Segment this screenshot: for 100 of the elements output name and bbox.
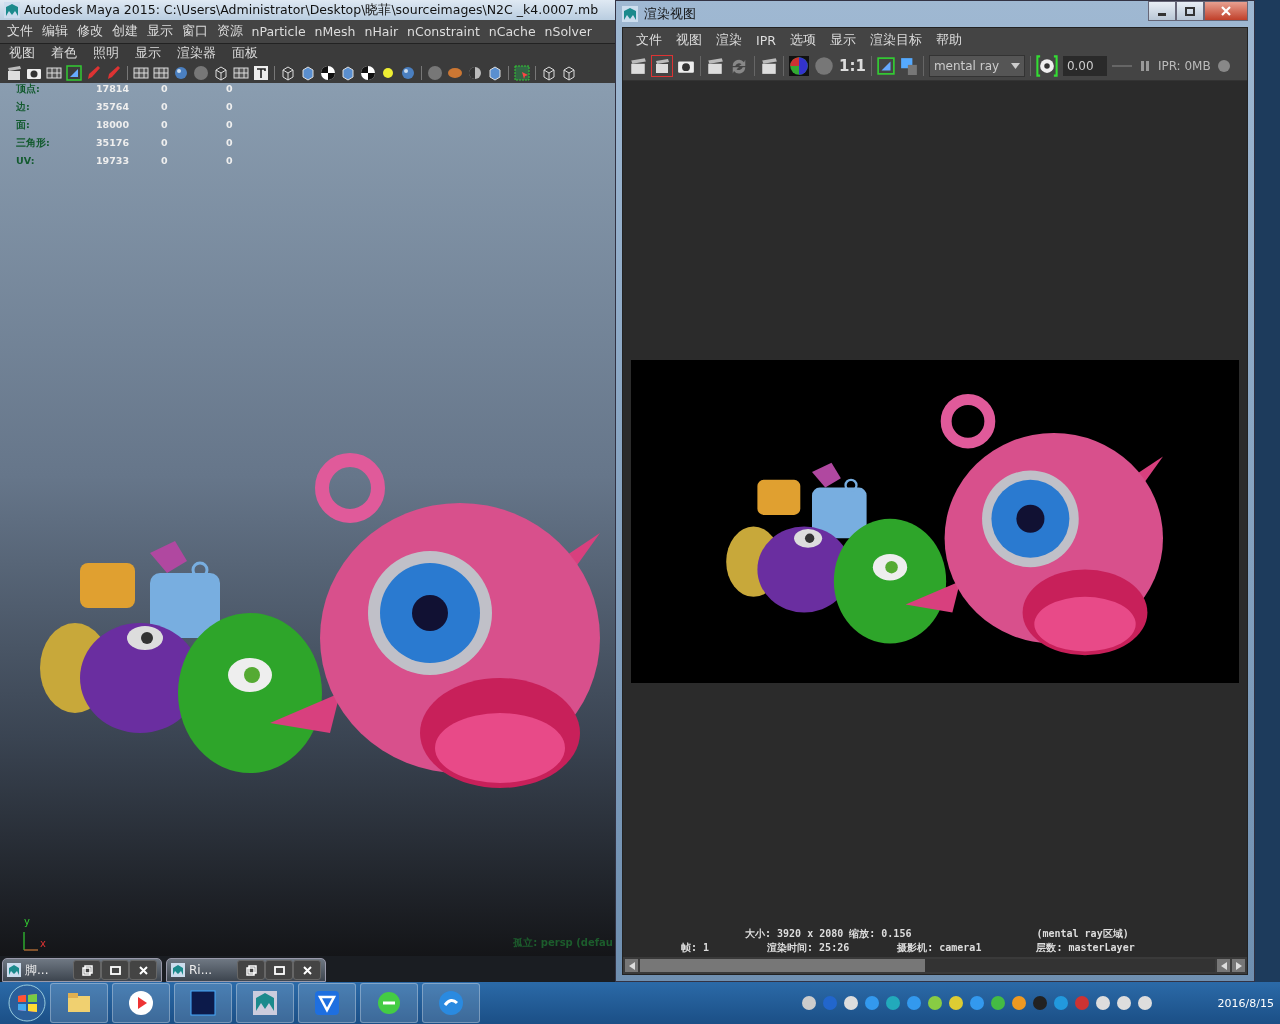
stat-value: 0 [161, 101, 169, 114]
scroll-right-button[interactable] [1232, 959, 1245, 972]
close-icon [137, 964, 149, 976]
half-sphere-icon[interactable] [467, 65, 483, 81]
scroll-left-button[interactable] [625, 959, 638, 972]
panel-menu-item[interactable]: 照明 [84, 45, 126, 62]
scroll-left-button[interactable] [1217, 959, 1230, 972]
taskbar-app-button[interactable] [50, 983, 108, 1023]
sphere-icon[interactable] [400, 65, 416, 81]
color-sphere-icon[interactable] [789, 56, 809, 76]
stat-value: 0 [161, 119, 169, 132]
grid-icon[interactable] [133, 65, 149, 81]
menu-item[interactable]: 资源 [212, 23, 247, 40]
grid-icon[interactable] [153, 65, 169, 81]
menu-item[interactable]: 渲染目标 [862, 31, 929, 49]
panel-menu-item[interactable]: 面板 [223, 45, 265, 62]
menu-item[interactable]: nSolver [540, 24, 597, 39]
clapperboard-icon[interactable] [6, 65, 22, 81]
clapperboard-icon[interactable] [706, 57, 724, 75]
ratio-button[interactable]: 1:1 [839, 57, 866, 75]
matte-sphere-icon[interactable] [427, 65, 443, 81]
menu-item[interactable]: 修改 [72, 23, 107, 40]
close-button[interactable] [1204, 1, 1248, 21]
minimized-window[interactable]: 脚... [2, 958, 162, 982]
panel-menu-item[interactable]: 显示 [126, 45, 168, 62]
menu-item[interactable]: 文件 [629, 31, 669, 49]
menu-item[interactable]: nCache [484, 24, 541, 39]
taskbar-app-button[interactable] [112, 983, 170, 1023]
framed-image-icon[interactable] [66, 65, 82, 81]
maya-logo-icon [4, 2, 20, 18]
stat-label: 三角形: [16, 137, 51, 150]
restore-button[interactable] [73, 960, 101, 980]
taskbar-app-button[interactable] [236, 983, 294, 1023]
menu-item[interactable]: 窗口 [177, 23, 212, 40]
cube-icon[interactable] [300, 65, 316, 81]
menu-item[interactable]: 显示 [822, 31, 863, 49]
menu-item[interactable]: 创建 [107, 23, 142, 40]
checker-icon[interactable] [320, 65, 336, 81]
checker-icon[interactable] [360, 65, 376, 81]
panel-menu-item[interactable]: 渲染器 [168, 45, 223, 62]
wire-cube-icon[interactable] [213, 65, 229, 81]
menu-item[interactable]: 视图 [669, 31, 709, 49]
wire-cube-icon[interactable] [280, 65, 296, 81]
wire-cube-icon[interactable] [541, 65, 557, 81]
menu-item[interactable]: 帮助 [928, 31, 969, 49]
axis-label: y [24, 916, 30, 927]
start-button[interactable] [8, 984, 46, 1022]
close-button[interactable] [293, 960, 321, 980]
exposure-field[interactable]: 0.00 [1062, 56, 1107, 76]
cube-icon[interactable] [340, 65, 356, 81]
render-region-icon[interactable] [652, 56, 672, 76]
taskbar-app-button[interactable] [360, 983, 418, 1023]
restore-button[interactable] [237, 960, 265, 980]
clapperboard-icon[interactable] [760, 57, 778, 75]
clapperboard-icon[interactable] [629, 57, 647, 75]
stat-value: 0 [226, 101, 234, 114]
menu-item[interactable]: 渲染 [709, 31, 749, 49]
oval-sphere-icon[interactable] [447, 65, 463, 81]
framed-image-icon[interactable] [876, 57, 895, 75]
viewport-label: 孤立: persp (defau [513, 936, 613, 950]
menu-item[interactable]: 选项 [782, 31, 823, 49]
renderer-name: mental ray [933, 59, 1000, 73]
window-title: 脚... [25, 961, 49, 979]
text-icon[interactable] [253, 65, 269, 81]
brush-icon[interactable] [106, 65, 122, 81]
menu-item[interactable]: nParticle [247, 24, 311, 39]
menu-item[interactable]: nHair [359, 24, 403, 39]
window-title: Autodesk Maya 2015: C:\Users\Administrator\Desktop\晓菲\sourceimages\N2C _k4.0007.mb [24, 1, 599, 19]
brush-icon[interactable] [86, 65, 102, 81]
cube-icon[interactable] [487, 65, 503, 81]
menu-item[interactable]: 编辑 [37, 23, 72, 40]
selection-icon[interactable] [514, 65, 530, 81]
taskbar-app-button[interactable] [422, 983, 480, 1023]
grid-icon[interactable] [233, 65, 249, 81]
sphere-icon[interactable] [173, 65, 189, 81]
taskbar-app-button[interactable] [298, 983, 356, 1023]
light-bulb-icon[interactable] [380, 65, 396, 81]
close-button[interactable] [129, 960, 157, 980]
aperture-icon[interactable] [1035, 55, 1058, 77]
window-title: Ri... [189, 963, 213, 977]
panel-menu-item[interactable]: 视图 [0, 45, 42, 62]
scroll-thumb[interactable] [640, 959, 925, 972]
taskbar-app-button[interactable] [174, 983, 232, 1023]
image-trash-icon[interactable] [899, 57, 918, 75]
minimize-button[interactable] [1148, 1, 1176, 21]
wire-cube-icon[interactable] [561, 65, 577, 81]
menu-item[interactable]: nMesh [310, 24, 360, 39]
maximize-button[interactable] [1176, 1, 1204, 21]
maximize-button[interactable] [101, 960, 129, 980]
menu-item[interactable]: 显示 [142, 23, 177, 40]
stat-value: 18000 [96, 119, 131, 132]
grid-icon[interactable] [46, 65, 62, 81]
menu-item[interactable]: IPR [749, 32, 783, 48]
maximize-button[interactable] [265, 960, 293, 980]
menu-item[interactable]: nConstraint [402, 24, 485, 39]
menu-item[interactable]: 文件 [2, 23, 37, 40]
renderer-dropdown[interactable]: mental ray [928, 55, 1025, 77]
stat-value: 0 [226, 137, 234, 150]
panel-menu-item[interactable]: 着色 [42, 45, 84, 62]
minimized-window[interactable]: Ri... [166, 958, 326, 982]
